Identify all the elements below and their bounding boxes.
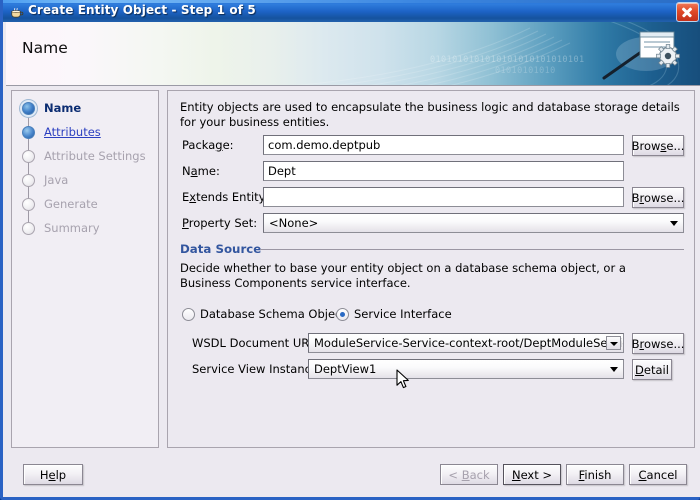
wsdl-url-select[interactable]: ModuleService-Service-context-root/DeptM… bbox=[308, 333, 624, 353]
entity-name-input[interactable]: Dept bbox=[263, 161, 624, 181]
property-set-label: Property Set: bbox=[182, 216, 258, 230]
data-source-group-title: Data Source bbox=[180, 242, 262, 256]
svg-text:01010101010: 01010101010 bbox=[495, 66, 556, 76]
chevron-down-icon bbox=[670, 221, 678, 226]
wizard-step-list: Name Attributes Attribute Settings Java … bbox=[11, 90, 159, 448]
sidebar-item-attribute-settings: Attribute Settings bbox=[22, 147, 146, 165]
wsdl-url-label: WSDL Document URL: bbox=[192, 336, 320, 350]
title-bar: Create Entity Object - Step 1 of 5 bbox=[3, 0, 700, 22]
svg-text:0101010101010101010101010101: 0101010101010101010101010101 bbox=[430, 55, 585, 65]
next-button[interactable]: Next > bbox=[503, 464, 561, 485]
sidebar-item-label: Java bbox=[44, 173, 69, 187]
java-coffee-cup-icon bbox=[11, 7, 24, 18]
step-bullet-icon bbox=[22, 149, 35, 163]
sidebar-item-java: Java bbox=[22, 171, 68, 189]
data-source-description: Decide whether to base your entity objec… bbox=[180, 261, 626, 290]
intro-text: Entity objects are used to encapsulate t… bbox=[180, 100, 680, 129]
radio-service-interface-label[interactable]: Service Interface bbox=[354, 307, 452, 321]
step-bullet-icon bbox=[22, 125, 35, 139]
sidebar-item-attributes[interactable]: Attributes bbox=[22, 123, 101, 141]
help-button[interactable]: Help bbox=[23, 464, 83, 485]
package-browse-button[interactable]: Browse... bbox=[632, 135, 684, 156]
wizard-page-panel: Entity objects are used to encapsulate t… bbox=[167, 90, 695, 448]
sidebar-item-generate: Generate bbox=[22, 195, 98, 213]
service-view-instance-label: Service View Instance: bbox=[192, 362, 322, 376]
step-bullet-active-icon bbox=[22, 101, 35, 115]
step-bullet-icon bbox=[22, 221, 35, 235]
wizard-wand-document-gear-icon bbox=[602, 31, 680, 80]
group-divider bbox=[260, 249, 684, 250]
sidebar-item-label: Summary bbox=[44, 221, 100, 235]
package-input[interactable]: com.demo.deptpub bbox=[263, 135, 624, 155]
sidebar-item-name[interactable]: Name bbox=[22, 99, 81, 117]
sidebar-item-summary: Summary bbox=[22, 219, 100, 237]
extends-entity-label: Extends Entity: bbox=[182, 190, 269, 204]
service-view-instance-select[interactable]: DeptView1 bbox=[308, 359, 624, 379]
cancel-button[interactable]: Cancel bbox=[629, 464, 687, 485]
sidebar-item-label: Generate bbox=[44, 197, 98, 211]
dialog-content: Name Attributes Attribute Settings Java … bbox=[6, 86, 700, 452]
chevron-down-icon[interactable] bbox=[606, 336, 621, 350]
radio-database-schema-object-label[interactable]: Database Schema Object bbox=[200, 307, 346, 321]
window-title: Create Entity Object - Step 1 of 5 bbox=[28, 3, 256, 17]
sidebar-item-label: Name bbox=[44, 101, 82, 115]
dialog-footer: Help < Back Next > Finish Cancel bbox=[6, 452, 700, 497]
wsdl-browse-button[interactable]: Browse... bbox=[632, 333, 684, 354]
finish-button[interactable]: Finish bbox=[566, 464, 624, 485]
package-label: Package: bbox=[182, 138, 234, 152]
chevron-down-icon bbox=[610, 367, 618, 372]
create-entity-object-dialog: Create Entity Object - Step 1 of 5 01010… bbox=[0, 0, 700, 500]
entity-name-label: Name: bbox=[182, 164, 220, 178]
step-bullet-icon bbox=[22, 173, 35, 187]
extends-entity-browse-button[interactable]: Browse... bbox=[632, 187, 684, 208]
property-set-select[interactable]: <None> bbox=[263, 213, 684, 233]
service-view-detail-button[interactable]: Detail bbox=[632, 359, 672, 380]
extends-entity-input[interactable] bbox=[263, 187, 624, 207]
page-title: Name bbox=[22, 39, 68, 57]
close-icon[interactable] bbox=[676, 2, 699, 22]
radio-service-interface[interactable] bbox=[336, 308, 349, 321]
step-bullet-icon bbox=[22, 197, 35, 211]
sidebar-item-label: Attribute Settings bbox=[44, 149, 146, 163]
sidebar-item-label[interactable]: Attributes bbox=[44, 125, 101, 139]
wizard-banner: 0101010101010101010101010101 01010101010… bbox=[6, 22, 700, 86]
back-button: < Back bbox=[440, 464, 498, 485]
radio-database-schema-object[interactable] bbox=[182, 308, 195, 321]
